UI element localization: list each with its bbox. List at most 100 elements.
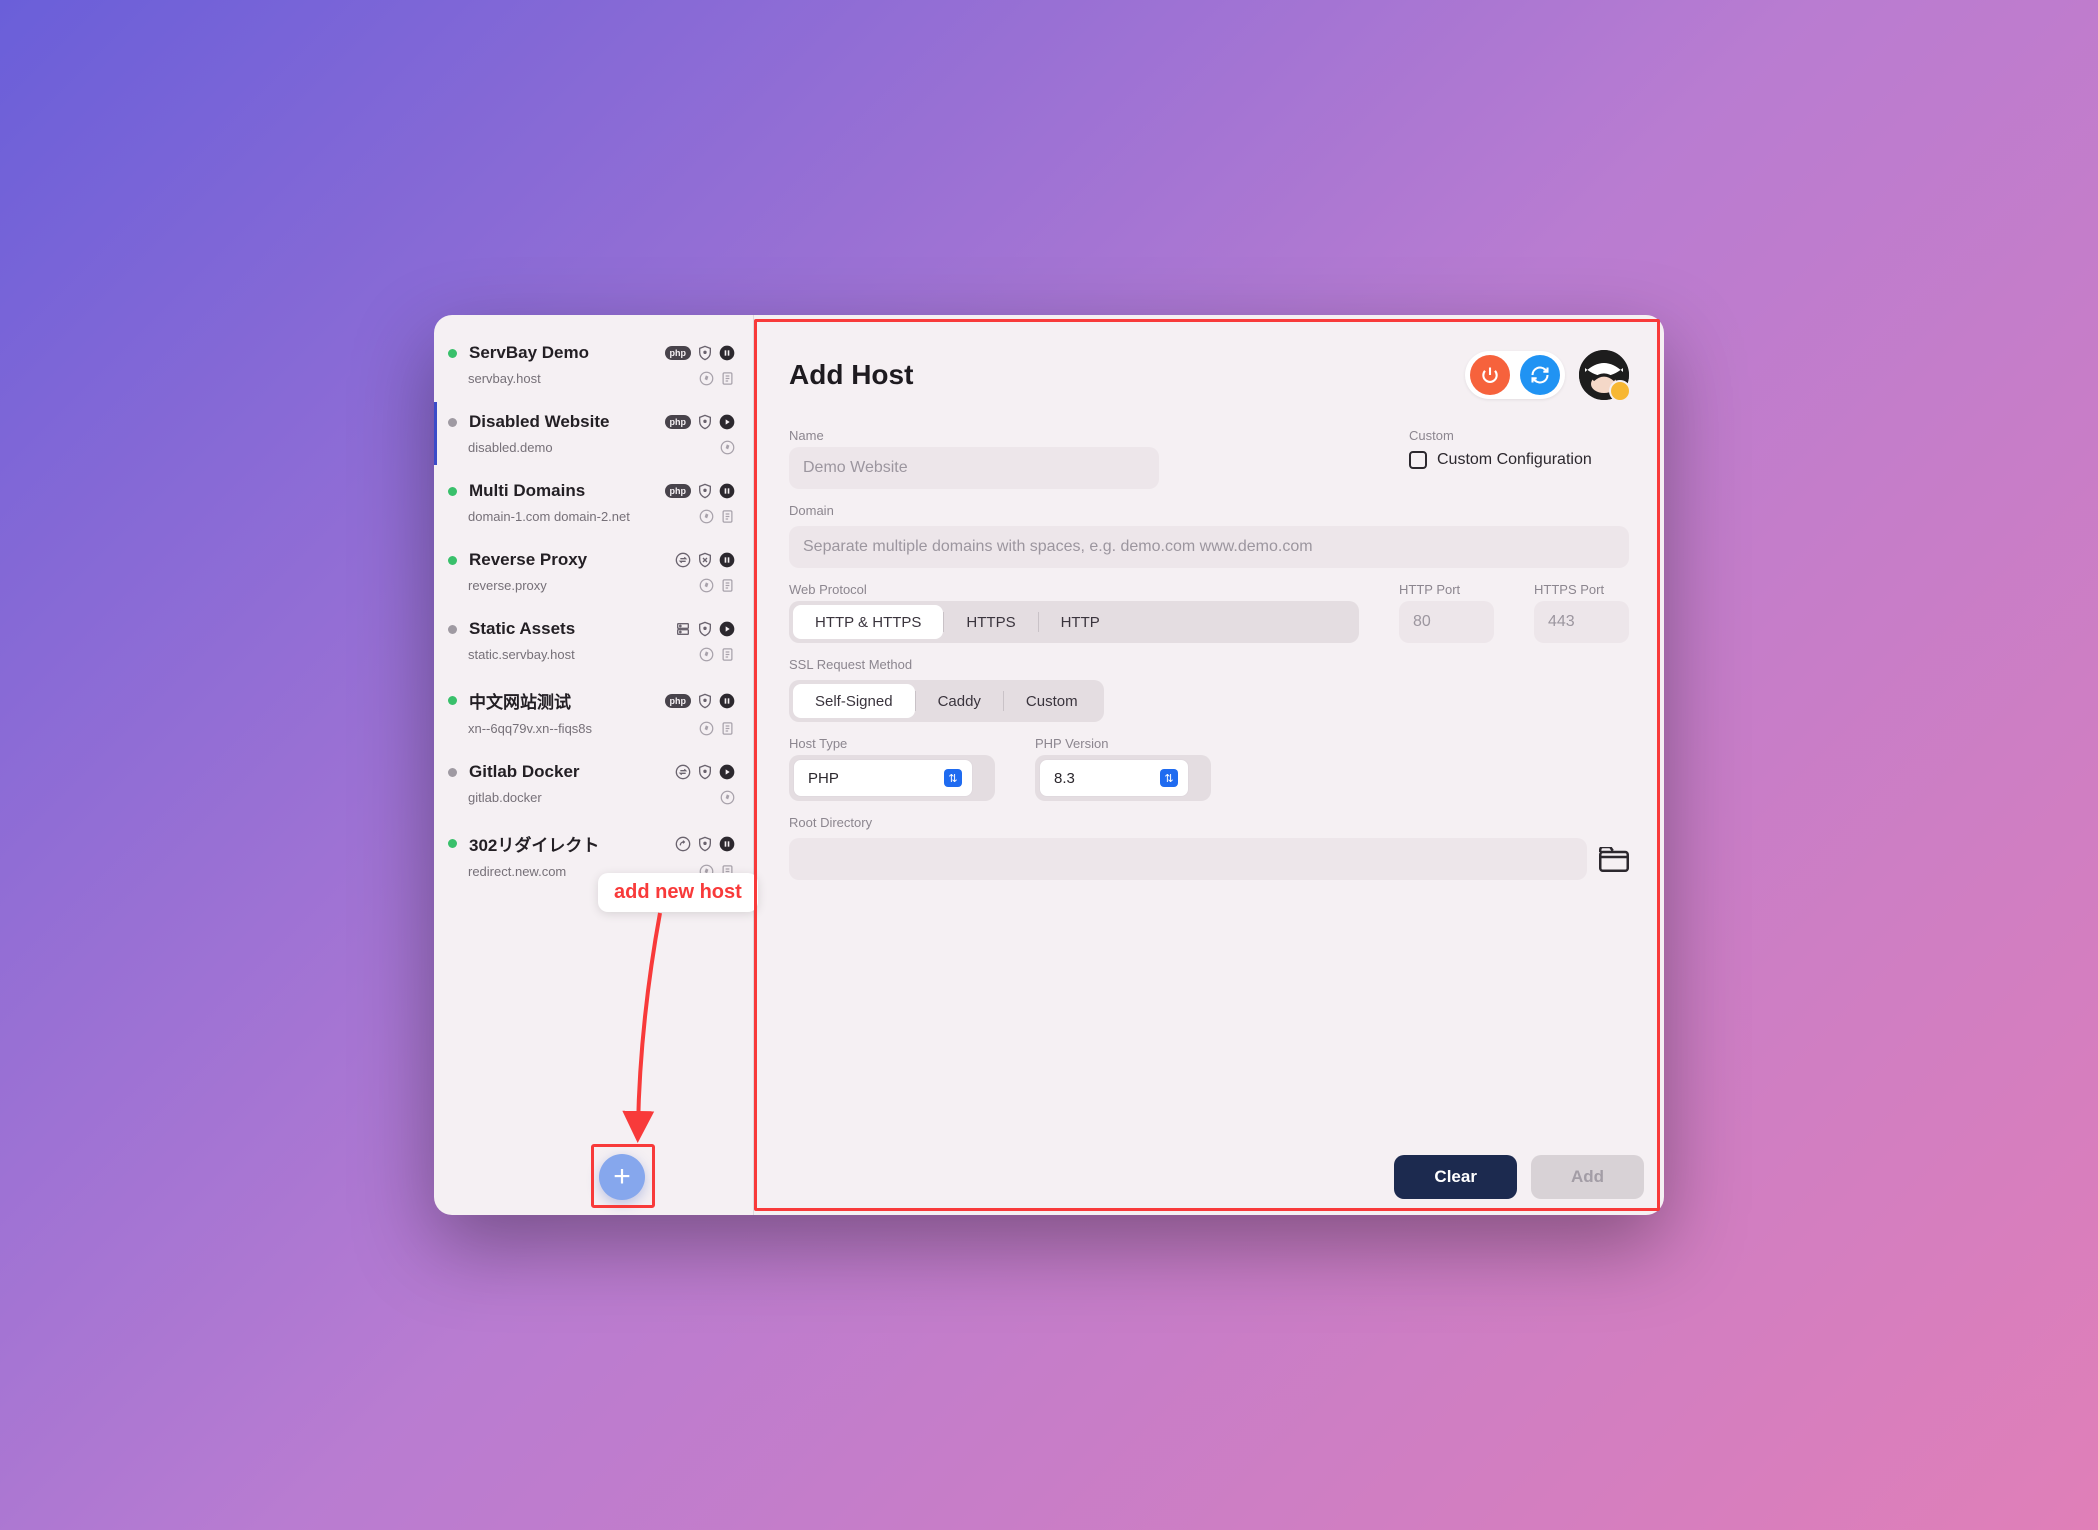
shield-icon[interactable]	[697, 764, 713, 780]
ssl-option[interactable]: Caddy	[916, 684, 1003, 718]
pause-icon[interactable]	[719, 836, 735, 852]
status-dot	[448, 839, 457, 848]
custom-label: Custom	[1409, 428, 1454, 443]
header-actions	[1465, 351, 1565, 399]
site-name: Static Assets	[469, 619, 667, 639]
custom-config-label: Custom Configuration	[1437, 451, 1592, 469]
site-item[interactable]: Gitlab Docker gitlab.docker	[434, 752, 753, 815]
refresh-button[interactable]	[1520, 355, 1560, 395]
annotation-highlight-box	[591, 1144, 655, 1208]
pause-icon[interactable]	[719, 693, 735, 709]
doc-icon[interactable]	[720, 371, 735, 386]
clear-button[interactable]: Clear	[1394, 1155, 1517, 1199]
name-label: Name	[789, 428, 1159, 443]
php-version-select[interactable]: 8.3 ⇅	[1039, 759, 1189, 797]
custom-config-checkbox[interactable]	[1409, 451, 1427, 469]
play-icon[interactable]	[719, 621, 735, 637]
ssl-label: SSL Request Method	[789, 657, 1629, 672]
shield-icon[interactable]	[697, 621, 713, 637]
status-dot	[448, 418, 457, 427]
protocol-option[interactable]: HTTPS	[944, 605, 1037, 639]
site-name: Reverse Proxy	[469, 550, 667, 570]
compass-icon[interactable]	[699, 371, 714, 386]
doc-icon[interactable]	[720, 578, 735, 593]
server-icon	[675, 621, 691, 637]
site-domain: xn--6qq79v.xn--fiqs8s	[448, 721, 699, 736]
domain-input[interactable]	[789, 526, 1629, 568]
pause-icon[interactable]	[719, 345, 735, 361]
swap-icon	[675, 552, 691, 568]
compass-icon[interactable]	[699, 647, 714, 662]
compass-icon[interactable]	[699, 509, 714, 524]
power-icon	[1480, 365, 1500, 385]
play-icon[interactable]	[719, 764, 735, 780]
pause-icon[interactable]	[719, 552, 735, 568]
php-badge: php	[665, 346, 692, 360]
page-title: Add Host	[789, 359, 1465, 391]
shield-icon[interactable]	[697, 693, 713, 709]
avatar[interactable]	[1579, 350, 1629, 400]
site-item[interactable]: 中文网站测试phpxn--6qq79v.xn--fiqs8s	[434, 678, 753, 746]
pause-icon[interactable]	[719, 483, 735, 499]
site-domain: reverse.proxy	[448, 578, 699, 593]
php-badge: php	[665, 415, 692, 429]
folder-icon[interactable]	[1599, 846, 1629, 872]
status-dot	[448, 487, 457, 496]
site-name: Gitlab Docker	[469, 762, 667, 782]
site-domain: static.servbay.host	[448, 647, 699, 662]
swap-icon	[675, 764, 691, 780]
php-version-label: PHP Version	[1035, 736, 1211, 751]
php-version-wrap: 8.3 ⇅	[1035, 755, 1211, 801]
site-name: Disabled Website	[469, 412, 657, 432]
status-dot	[448, 696, 457, 705]
annotation-callout: add new host	[598, 873, 758, 912]
name-input[interactable]	[789, 447, 1159, 489]
shield-icon[interactable]	[697, 345, 713, 361]
footer-actions: Clear Add	[1394, 1155, 1644, 1199]
site-name: 302リダイレクト	[469, 831, 667, 856]
protocol-option[interactable]: HTTP	[1039, 605, 1122, 639]
shield-icon[interactable]	[697, 552, 713, 568]
add-host-fab-wrap: +	[599, 1154, 645, 1200]
site-item[interactable]: Reverse Proxy reverse.proxy	[434, 540, 753, 603]
header: Add Host	[789, 350, 1629, 400]
ssl-option[interactable]: Self-Signed	[793, 684, 915, 718]
root-dir-label: Root Directory	[789, 815, 1629, 830]
shield-icon[interactable]	[697, 483, 713, 499]
site-item[interactable]: Static Assets static.servbay.host	[434, 609, 753, 672]
compass-icon[interactable]	[699, 578, 714, 593]
protocol-option[interactable]: HTTP & HTTPS	[793, 605, 943, 639]
compass-icon[interactable]	[720, 440, 735, 455]
root-dir-input[interactable]	[789, 838, 1587, 880]
site-item[interactable]: Multi Domainsphpdomain-1.com domain-2.ne…	[434, 471, 753, 534]
sidebar: ServBay Demophpservbay.hostDisabled Webs…	[434, 315, 754, 1215]
status-dot	[448, 349, 457, 358]
compass-icon[interactable]	[720, 790, 735, 805]
doc-icon[interactable]	[720, 647, 735, 662]
play-icon[interactable]	[719, 414, 735, 430]
site-list: ServBay Demophpservbay.hostDisabled Webs…	[434, 327, 753, 1195]
protocol-label: Web Protocol	[789, 582, 1359, 597]
site-domain: gitlab.docker	[448, 790, 720, 805]
shield-icon[interactable]	[697, 414, 713, 430]
main-panel: Add Host Name	[754, 319, 1660, 1211]
php-badge: php	[665, 694, 692, 708]
add-button[interactable]: Add	[1531, 1155, 1644, 1199]
https-port-input[interactable]	[1534, 601, 1629, 643]
php-badge: php	[665, 484, 692, 498]
power-button[interactable]	[1470, 355, 1510, 395]
host-type-label: Host Type	[789, 736, 995, 751]
shield-icon[interactable]	[697, 836, 713, 852]
site-item[interactable]: Disabled Websitephpdisabled.demo	[434, 402, 753, 465]
site-item[interactable]: ServBay Demophpservbay.host	[434, 333, 753, 396]
site-name: Multi Domains	[469, 481, 657, 501]
protocol-segmented: HTTP & HTTPSHTTPSHTTP	[789, 601, 1359, 643]
http-port-input[interactable]	[1399, 601, 1494, 643]
site-domain: servbay.host	[448, 371, 699, 386]
compass-icon[interactable]	[699, 721, 714, 736]
ssl-option[interactable]: Custom	[1004, 684, 1100, 718]
host-type-select[interactable]: PHP ⇅	[793, 759, 973, 797]
doc-icon[interactable]	[720, 721, 735, 736]
doc-icon[interactable]	[720, 509, 735, 524]
refresh-icon	[1530, 365, 1550, 385]
